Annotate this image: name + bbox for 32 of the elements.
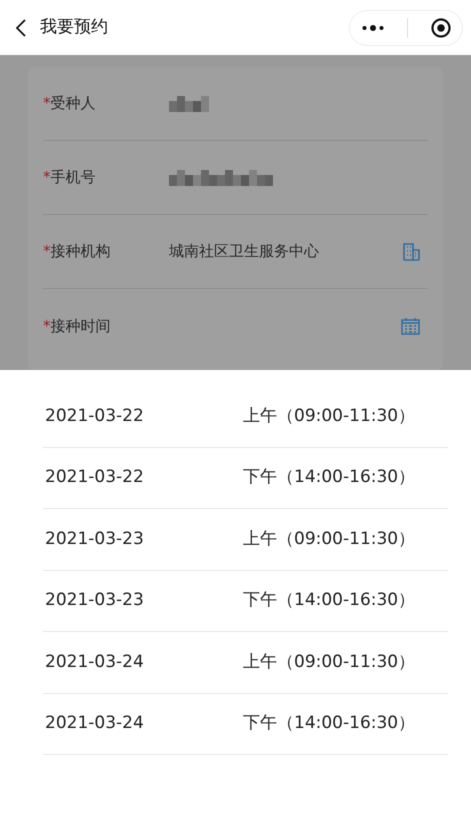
redacted-drawing [169, 96, 209, 112]
time-option[interactable]: 2021-03-23 下午（14:00-16:30） [43, 570, 448, 632]
time-option[interactable]: 2021-03-23 上午（09:00-11:30） [43, 509, 448, 570]
close-icon[interactable] [430, 18, 450, 38]
time-slot-text: 下午（14:00-16:30） [243, 712, 416, 735]
field-value[interactable]: 城南社区卫生服务中心 [169, 240, 319, 263]
time-option[interactable]: 2021-03-22 上午（09:00-11:30） [43, 386, 448, 448]
field-label: 手机号 [50, 167, 96, 188]
page-title: 我要预约 [40, 16, 108, 39]
required-mark: * [43, 316, 50, 337]
required-mark: * [43, 241, 50, 262]
date-text: 2021-03-23 [44, 528, 145, 550]
time-option[interactable]: 2021-03-24 下午（14:00-16:30） [43, 694, 448, 755]
required-mark: * [43, 167, 50, 188]
field-label: 接种机构 [50, 241, 110, 262]
time-slot-text: 下午（14:00-16:30） [243, 466, 416, 489]
field-label: 接种时间 [50, 316, 110, 337]
date-text: 2021-03-22 [44, 466, 145, 489]
date-text: 2021-03-24 [44, 650, 145, 674]
time-slot-text: 上午（09:00-11:30） [243, 404, 416, 428]
time-slot-text: 下午（14:00-16:30） [243, 589, 416, 612]
date-text: 2021-03-23 [44, 589, 145, 612]
time-slot-text: 上午（09:00-11:30） [243, 650, 416, 674]
back-icon[interactable] [16, 18, 26, 36]
required-mark: * [43, 93, 50, 114]
time-slot-text: 上午（09:00-11:30） [243, 528, 416, 550]
date-text: 2021-03-22 [44, 404, 145, 428]
time-option[interactable]: 2021-03-24 上午（09:00-11:30） [43, 632, 448, 694]
more-icon[interactable] [362, 24, 384, 30]
time-option[interactable]: 2021-03-22 下午（14:00-16:30） [43, 448, 448, 509]
field-label: 受种人 [50, 93, 96, 114]
date-text: 2021-03-24 [44, 712, 145, 735]
